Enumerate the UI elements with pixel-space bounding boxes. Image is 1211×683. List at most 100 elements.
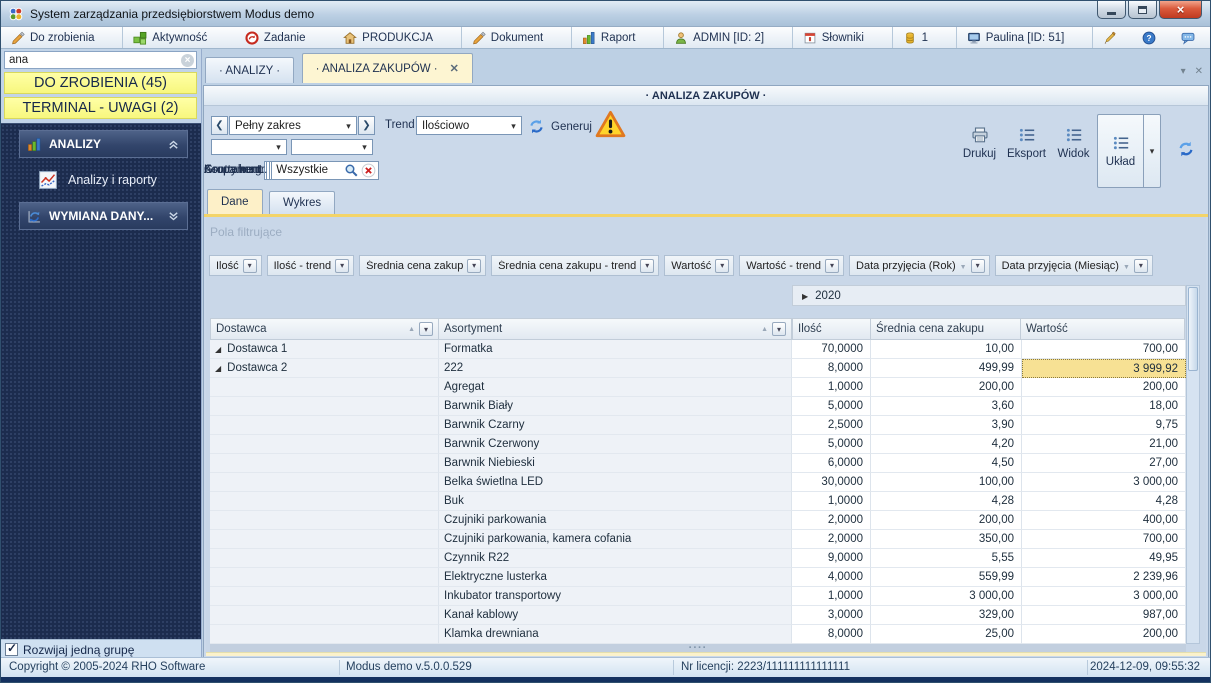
field-chip[interactable]: Data przyjęcia (Miesiąc) [994,255,1153,276]
item-cell[interactable]: Klamka drewniana [439,625,792,644]
eksport-button[interactable]: Eksport [1003,114,1050,160]
qty-cell[interactable]: 2,5000 [792,416,871,435]
scrollbar-grip[interactable] [689,647,708,649]
generate-button[interactable]: Generuj [528,118,592,135]
price-cell[interactable]: 499,99 [871,359,1022,378]
do-zrobienia-counter-button[interactable]: DO ZROBIENIA (45) [4,72,197,94]
tab-close-icon[interactable] [450,62,459,75]
toolbar-item-produkcja[interactable]: PRODUKCJA [333,27,462,48]
horizontal-scrollbar[interactable] [210,644,1186,652]
toolbar-item-aktywnosc[interactable]: Aktywność [123,27,235,48]
item-cell[interactable]: Czujniki parkowania, kamera cofania [439,530,792,549]
value-cell[interactable]: 49,95 [1022,549,1186,568]
uklad-dropdown-icon[interactable] [1144,114,1161,188]
qty-cell[interactable]: 1,0000 [792,492,871,511]
toolbar-item-slowniki[interactable]: Słowniki [793,27,893,48]
range-next-button[interactable] [358,116,375,135]
qty-cell[interactable]: 9,0000 [792,549,871,568]
terminal-uwagi-counter-button[interactable]: TERMINAL - UWAGI (2) [4,97,197,119]
value-cell[interactable]: 3 000,00 [1022,587,1186,606]
search-clear-icon[interactable] [181,53,194,67]
price-cell[interactable]: 3 000,00 [871,587,1022,606]
field-chip[interactable]: Data przyjęcia (Rok) [849,255,990,276]
field-chip[interactable]: Ilość [209,255,262,276]
widok-button[interactable]: Widok [1050,114,1097,160]
qty-cell[interactable]: 3,0000 [792,606,871,625]
qty-cell[interactable]: 5,0000 [792,397,871,416]
supplier-cell[interactable] [210,530,439,549]
item-cell[interactable]: Belka świetlna LED [439,473,792,492]
item-cell[interactable]: Barwnik Niebieski [439,454,792,473]
trend-select[interactable]: Ilościowo [416,116,522,135]
item-cell[interactable]: Elektryczne lusterka [439,568,792,587]
value-cell[interactable]: 27,00 [1022,454,1186,473]
item-cell[interactable]: 222 [439,359,792,378]
sidebar-search-input[interactable]: ana [4,51,197,69]
item-cell[interactable]: Barwnik Biały [439,397,792,416]
toolbar-item-help[interactable]: ? [1132,27,1171,48]
qty-cell[interactable]: 1,0000 [792,378,871,397]
field-chip-dropdown-icon[interactable] [715,258,730,273]
maximize-button[interactable] [1128,1,1157,19]
price-cell[interactable]: 5,55 [871,549,1022,568]
filter-input[interactable]: Wszystkie [271,160,380,180]
field-chip-dropdown-icon[interactable] [1133,258,1148,273]
price-cell[interactable]: 4,50 [871,454,1022,473]
supplier-cell[interactable] [210,625,439,644]
qty-cell[interactable]: 5,0000 [792,435,871,454]
field-chip[interactable]: Ilość - trend [266,255,355,276]
expand-group-icon[interactable] [802,290,808,302]
toolbar-item-chat[interactable] [1171,27,1210,48]
field-chip[interactable]: Wartość [664,255,735,276]
close-button[interactable]: × [1159,1,1202,19]
price-cell[interactable]: 4,20 [871,435,1022,454]
value-cell[interactable]: 200,00 [1022,625,1186,644]
item-cell[interactable]: Inkubator transportowy [439,587,792,606]
value-cell[interactable]: 2 239,96 [1022,568,1186,587]
supplier-cell[interactable] [210,473,439,492]
vertical-scrollbar[interactable] [1186,285,1200,644]
value-cell[interactable]: 200,00 [1022,378,1186,397]
value-cell[interactable]: 700,00 [1022,530,1186,549]
supplier-cell[interactable]: Dostawca 1 [210,340,439,359]
price-cell[interactable]: 350,00 [871,530,1022,549]
item-cell[interactable]: Czujniki parkowania [439,511,792,530]
item-cell[interactable]: Barwnik Czarny [439,416,792,435]
range-select[interactable]: Pełny zakres [229,116,357,135]
table-row[interactable]: Kanał kablowy 3,0000 329,00 987,00 [210,606,1186,625]
supplier-cell[interactable] [210,549,439,568]
table-row[interactable]: Dostawca 2 222 8,0000 499,99 3 999,92 [210,359,1186,378]
view-tab[interactable]: Wykres [268,191,336,214]
toolbar-item-licznik[interactable]: 1 [893,27,957,48]
column-filter-icon[interactable] [772,322,786,336]
field-chip-dropdown-icon[interactable] [825,258,840,273]
qty-cell[interactable]: 2,0000 [792,511,871,530]
column-header-asortyment[interactable]: Asortyment [438,318,792,340]
price-cell[interactable]: 100,00 [871,473,1022,492]
value-cell[interactable]: 9,75 [1022,416,1186,435]
value-cell[interactable]: 3 999,92 [1022,359,1186,378]
range-sub-select-2[interactable] [291,139,373,155]
chevron-up-icon[interactable] [167,138,180,151]
price-cell[interactable]: 329,00 [871,606,1022,625]
qty-cell[interactable]: 30,0000 [792,473,871,492]
price-cell[interactable]: 200,00 [871,378,1022,397]
expand-one-group-checkbox[interactable] [5,641,18,656]
supplier-cell[interactable] [210,606,439,625]
minimize-button[interactable] [1097,1,1126,19]
toolbar-item-admin[interactable]: ADMIN [ID: 2] [664,27,793,48]
clear-filter-icon[interactable] [361,163,376,178]
expand-row-icon[interactable] [215,362,221,374]
qty-cell[interactable]: 8,0000 [792,359,871,378]
item-cell[interactable]: Kanał kablowy [439,606,792,625]
range-sub-select-1[interactable] [211,139,287,155]
qty-cell[interactable]: 8,0000 [792,625,871,644]
supplier-cell[interactable] [210,568,439,587]
supplier-cell[interactable]: Dostawca 2 [210,359,439,378]
table-row[interactable]: Barwnik Niebieski 6,0000 4,50 27,00 [210,454,1186,473]
field-chip[interactable]: Średnia cena zakupu - trend [491,255,660,276]
uklad-button[interactable]: Układ [1097,114,1144,188]
sidebar-item-analizy-i-raporty[interactable]: Analizy i raporty [39,171,201,189]
supplier-cell[interactable] [210,416,439,435]
price-cell[interactable]: 3,90 [871,416,1022,435]
